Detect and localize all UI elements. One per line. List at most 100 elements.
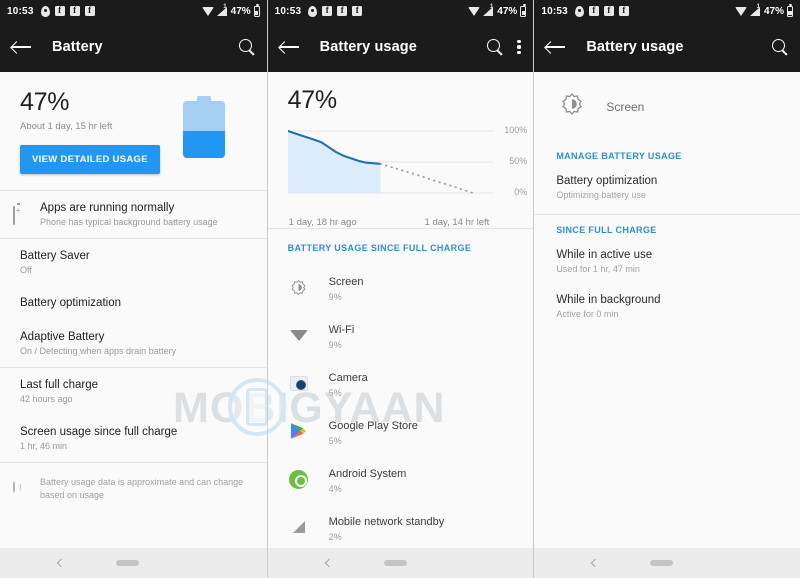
app-row-screen[interactable]: Screen 9% [268,263,534,311]
app-row-camera[interactable]: Camera 5% [268,359,534,407]
facebook-icon [84,5,95,16]
signal-icon: 1 [215,0,228,16]
app-row-android-system[interactable]: Android System 4% [268,455,534,503]
app-bar: Battery usage [267,22,534,72]
battery-percent-large: 47% [20,88,70,116]
wifi-icon [468,6,481,16]
facebook-icon [352,5,363,16]
nav-back-icon[interactable] [591,558,600,568]
play-store-icon [288,420,310,442]
app-row-wifi[interactable]: Wi-Fi 9% [268,311,534,359]
status-bar-notification-icons [40,5,95,17]
signal-superscript: 1 [489,4,494,10]
nav-back-icon[interactable] [56,558,66,568]
row-title: Apps are running normally [40,202,175,214]
app-percent: 9% [328,292,342,302]
row-battery-saver[interactable]: Battery Saver Off [0,239,267,286]
battery-time-remaining: About 1 day, 15 hr left [20,121,113,132]
page-title: Battery usage [319,39,417,55]
facebook-icon [69,5,80,16]
search-icon[interactable] [487,39,503,55]
screen-detail-header: Screen [534,72,800,141]
row-battery-optimization[interactable]: Battery optimization Optimizing battery … [534,169,800,214]
app-name: Mobile network standby [328,516,445,528]
battery-chart-section: 47% 100% 50% 0% 1 day, 18 hr ago 1 day, 14… [268,72,534,228]
status-bar-battery-percent: 47% [497,5,518,17]
row-subtitle: Off [20,265,32,275]
row-last-full-charge[interactable]: Last full charge 42 hours ago [0,368,267,415]
nav-back-icon[interactable] [324,558,333,568]
status-bar-notification-icons [308,5,363,17]
app-row-mobile-network-standby[interactable]: Mobile network standby 2% [268,503,534,548]
section-label-manage-battery-usage: MANAGE BATTERY USAGE [556,151,682,161]
app-bar-actions [771,39,788,55]
panel1-content: 47% About 1 day, 15 hr left VIEW DETAILE… [0,72,267,548]
app-meta: Screen 9% [329,272,364,302]
app-name: Wi-Fi [328,324,355,336]
panel2-content: 47% 100% 50% 0% 1 day, 18 hr ago 1 day, 14… [267,72,534,548]
battery-percent-large: 47% [287,86,337,114]
app-meta: Mobile network standby 2% [329,512,445,542]
battery-icon [253,3,260,17]
row-title: Battery Saver [20,250,90,262]
app-meta: Google Play Store 5% [329,416,418,446]
row-battery-optimization[interactable]: Battery optimization [0,286,267,320]
battery-body [182,101,225,158]
status-bar-battery-percent: 47% [763,5,784,17]
system-nav-bar [534,548,800,578]
row-adaptive-battery[interactable]: Adaptive Battery On / Detecting when app… [0,320,267,367]
app-bar: Battery usage [534,22,800,72]
back-arrow-icon[interactable] [279,40,299,54]
facebook-icon [322,5,333,16]
back-arrow-icon[interactable] [546,40,566,54]
app-row-google-play-store[interactable]: Google Play Store 5% [268,407,534,455]
status-bar-notification-icons [574,5,629,17]
nav-home-pill[interactable] [650,560,674,566]
battery-status-icon [13,205,29,225]
panel-battery-usage-list: 10:53 1 47% Battery usage [266,0,534,578]
wifi-icon [288,324,310,346]
battery-icon [786,3,793,17]
row-title: Battery optimization [20,297,121,309]
row-subtitle: Used for 1 hr, 47 min [556,264,640,274]
nav-home-pill[interactable] [383,560,407,566]
section-label-battery-usage: BATTERY USAGE SINCE FULL CHARGE [287,243,472,253]
battery-chart-svg [287,129,493,194]
camera-icon [288,372,310,394]
row-while-in-active-use[interactable]: While in active use Used for 1 hr, 47 mi… [534,243,800,288]
chart-y-tick: 0% [514,187,528,197]
view-detailed-usage-button[interactable]: VIEW DETAILED USAGE [20,145,160,174]
app-percent: 4% [328,484,342,494]
brightness-icon [288,276,310,298]
search-icon[interactable] [238,39,255,55]
battery-hero: 47% About 1 day, 15 hr left VIEW DETAILE… [0,72,267,174]
system-nav-bar [0,548,267,578]
status-bar: 10:53 1 47% [0,0,267,22]
search-icon[interactable] [771,39,788,55]
row-apps-running-normally[interactable]: Apps are running normally Phone has typi… [0,191,267,238]
row-subtitle: On / Detecting when apps drain battery [20,346,177,356]
status-bar-time: 10:53 [274,5,302,17]
battery-level-chart: 100% 50% 0% [268,125,534,213]
row-screen-usage-since-full-charge[interactable]: Screen usage since full charge 1 hr, 46 … [0,415,267,462]
panel3-content: Screen MANAGE BATTERY USAGE Battery opti… [534,72,800,548]
battery-illustration [182,96,225,158]
back-arrow-icon[interactable] [12,40,31,54]
chart-y-tick: 100% [504,125,528,135]
kebab-menu-icon[interactable] [517,39,521,55]
status-bar-time: 10:53 [7,5,34,17]
facebook-icon [337,5,348,16]
battery-icon [520,3,527,17]
app-percent: 9% [328,340,342,350]
row-title: Last full charge [20,379,98,391]
row-subtitle: 1 hr, 46 min [20,441,68,451]
signal-icon [288,516,310,538]
three-panel-screenshot: 10:53 1 47% Battery [0,0,800,578]
panel-battery-overview: 10:53 1 47% Battery [0,0,267,578]
row-title: Adaptive Battery [20,331,105,343]
nav-home-pill[interactable] [116,560,139,566]
row-subtitle: Phone has typical background battery usa… [40,217,218,227]
chart-x-label-end: 1 day, 14 hr left [424,217,490,228]
status-bar-battery-percent: 47% [230,5,251,17]
row-while-in-background[interactable]: While in background Active for 0 min [534,288,800,333]
